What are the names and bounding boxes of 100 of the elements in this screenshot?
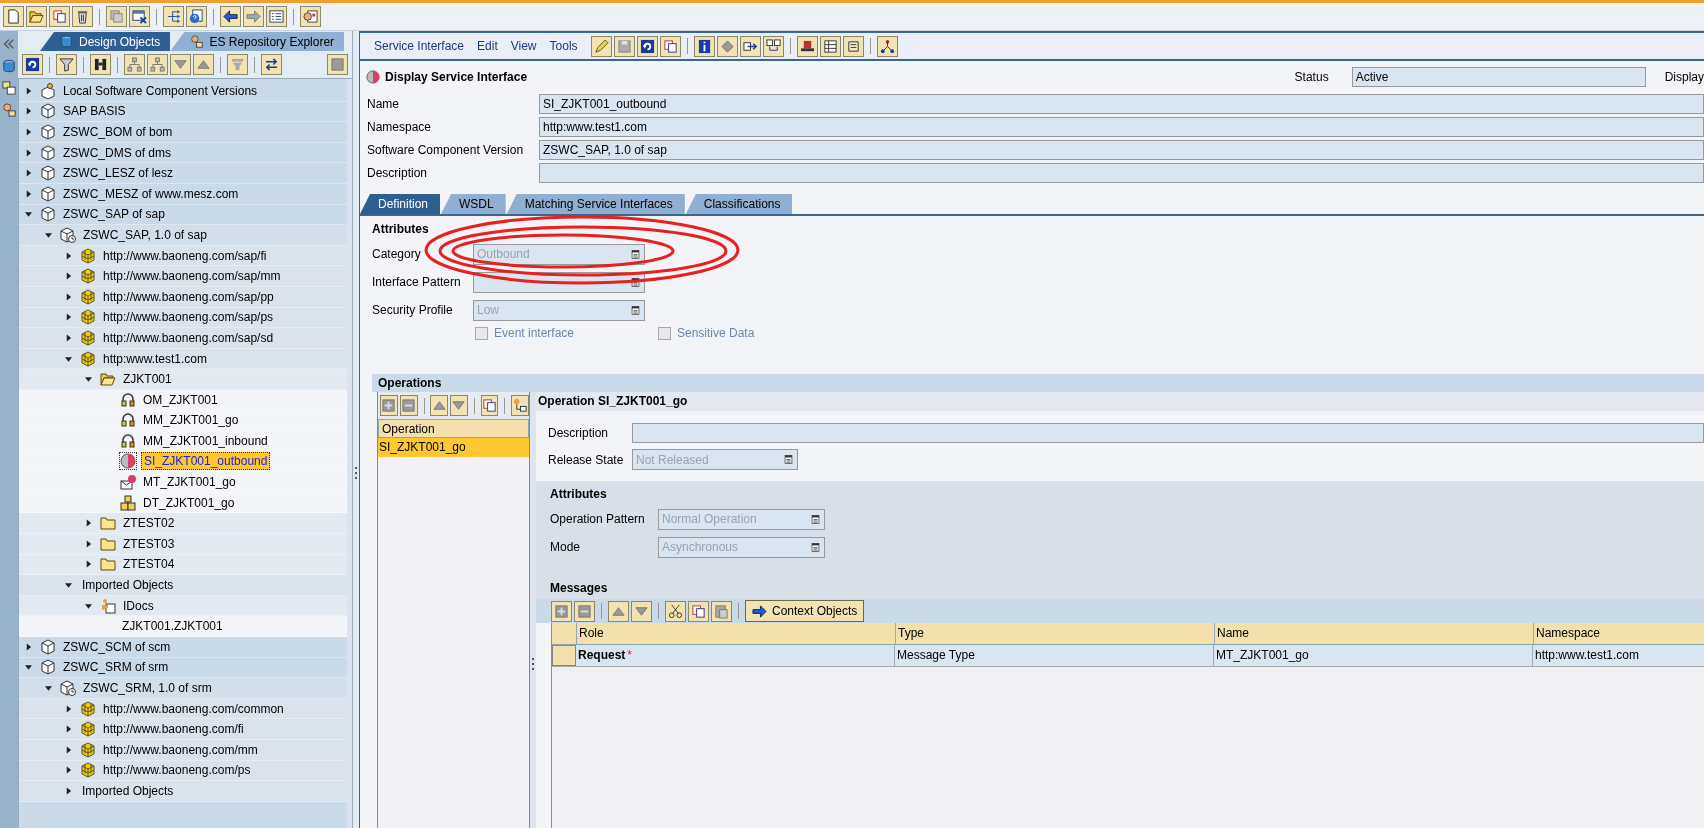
- caret-icon[interactable]: [65, 354, 72, 363]
- explorer-tab[interactable]: Design Objects: [40, 32, 171, 51]
- tree-row[interactable]: http:www.test1.com: [19, 348, 347, 370]
- input-field[interactable]: ZSWC_SAP, 1.0 of sap: [539, 139, 1704, 160]
- branch-arrows-button[interactable]: [163, 6, 184, 27]
- tree-row[interactable]: http://www.baoneng.com/sap/ps: [19, 307, 347, 329]
- column-header[interactable]: Namespace: [1534, 623, 1704, 644]
- caret-icon[interactable]: [65, 787, 72, 795]
- caret-icon[interactable]: [65, 766, 72, 775]
- collapse-icon[interactable]: [2, 37, 16, 51]
- caret-icon[interactable]: [25, 128, 32, 136]
- table-button[interactable]: [819, 35, 841, 57]
- editor-tab[interactable]: Matching Service Interfaces: [506, 194, 685, 214]
- person-box-icon[interactable]: [2, 103, 16, 117]
- triangle-down-button[interactable]: [450, 395, 468, 416]
- tree-row[interactable]: ZSWC_SCM of scm: [19, 637, 347, 658]
- column-header[interactable]: Type: [896, 623, 1215, 644]
- caret-icon[interactable]: [65, 581, 72, 590]
- menu-item[interactable]: View: [510, 39, 537, 53]
- tree-row[interactable]: http://www.baoneng.com/sap/sd: [19, 328, 347, 349]
- editor-tab[interactable]: Classifications: [685, 194, 793, 214]
- caret-icon[interactable]: [85, 539, 92, 548]
- caret-icon[interactable]: [45, 230, 52, 239]
- tree-row[interactable]: http://www.baoneng.com/common: [19, 698, 347, 720]
- caret-icon[interactable]: [85, 519, 92, 528]
- input-field[interactable]: SI_ZJKT001_outbound: [539, 93, 1704, 114]
- input-field[interactable]: [539, 162, 1704, 183]
- pencil-button[interactable]: [590, 35, 612, 57]
- caret-icon[interactable]: [65, 725, 72, 734]
- tree-row[interactable]: http://www.baoneng.com/sap/mm: [19, 266, 347, 287]
- person-card-button[interactable]: [300, 6, 321, 27]
- tree-row[interactable]: ZSWC_SAP, 1.0 of sap: [19, 225, 347, 246]
- tree-row[interactable]: ZSWC_SRM, 1.0 of srm: [19, 678, 347, 699]
- grip-icon[interactable]: [531, 657, 535, 673]
- copy-button[interactable]: [688, 600, 709, 622]
- copy-button[interactable]: [480, 395, 499, 416]
- open-folder-button[interactable]: [26, 6, 47, 27]
- trash-button[interactable]: [72, 6, 93, 27]
- caret-icon[interactable]: [65, 251, 72, 260]
- tree-expand-button[interactable]: [147, 54, 168, 75]
- caret-icon[interactable]: [25, 169, 32, 178]
- caret-icon[interactable]: [25, 210, 32, 219]
- tree-row[interactable]: ZSWC_MESZ of www.mesz.com: [19, 183, 347, 205]
- tree-row[interactable]: DT_ZJKT001_go: [19, 492, 347, 514]
- context-objects-button[interactable]: Context Objects: [745, 600, 865, 622]
- operation-row[interactable]: SI_ZJKT001_go: [378, 438, 529, 457]
- caret-icon[interactable]: [25, 189, 32, 198]
- caret-icon[interactable]: [85, 601, 92, 610]
- document-button[interactable]: [3, 6, 24, 27]
- caret-icon[interactable]: [85, 560, 92, 569]
- refresh-button[interactable]: [636, 35, 658, 57]
- input-field[interactable]: http:www.test1.com: [539, 116, 1704, 137]
- tree-expand-button[interactable]: [124, 54, 145, 75]
- tree-row[interactable]: http://www.baoneng.com/sap/pp: [19, 286, 347, 308]
- tree-row[interactable]: MM_ZJKT001_inbound: [19, 431, 347, 452]
- person-tree-button[interactable]: [511, 395, 529, 416]
- help-document-button[interactable]: [186, 6, 207, 27]
- tree-row[interactable]: Imported Objects: [19, 781, 347, 802]
- tree-row[interactable]: IDocs: [19, 595, 347, 617]
- tree-row[interactable]: ZSWC_SAP of sap: [19, 204, 347, 226]
- status-field[interactable]: Active: [1351, 66, 1646, 87]
- tree-row[interactable]: http://www.baoneng.com/sap/fi: [19, 245, 347, 267]
- menu-item[interactable]: Service Interface: [374, 39, 465, 53]
- tree-row[interactable]: ZSWC_SRM of srm: [19, 657, 347, 679]
- tree-row[interactable]: OM_ZJKT001: [19, 389, 347, 411]
- caret-icon[interactable]: [25, 148, 32, 157]
- tree-row[interactable]: ZTEST03: [19, 534, 347, 555]
- tree-row[interactable]: Local Software Component Versions: [19, 81, 347, 102]
- editor-tab[interactable]: Definition: [360, 194, 441, 214]
- input-field[interactable]: [632, 422, 1704, 443]
- row-delete-button[interactable]: [574, 600, 595, 622]
- tree-row[interactable]: SI_ZJKT001_outbound: [19, 451, 347, 473]
- tree-row[interactable]: ZSWC_LESZ of lesz: [19, 163, 347, 184]
- tree-row[interactable]: ZSWC_BOM of bom: [19, 122, 347, 143]
- tree-row[interactable]: MM_ZJKT001_go: [19, 410, 347, 432]
- row-add-button[interactable]: [380, 395, 398, 416]
- column-header[interactable]: Name: [1215, 623, 1534, 644]
- row-selector-button[interactable]: [552, 645, 576, 666]
- tree-row[interactable]: SAP BASIS: [19, 101, 347, 123]
- refresh-button[interactable]: [22, 54, 43, 75]
- boxes-icon[interactable]: [2, 81, 16, 95]
- row-add-button[interactable]: [551, 600, 572, 622]
- column-header[interactable]: Operation: [378, 419, 529, 438]
- caret-icon[interactable]: [85, 375, 92, 384]
- scroll-button[interactable]: [842, 35, 864, 57]
- row-delete-button[interactable]: [399, 395, 418, 416]
- tree-row[interactable]: MT_ZJKT001_go: [19, 472, 347, 493]
- menu-item[interactable]: Edit: [477, 39, 498, 53]
- caret-icon[interactable]: [65, 704, 72, 713]
- cylinder-icon[interactable]: [2, 59, 16, 73]
- menu-item[interactable]: Tools: [549, 39, 578, 53]
- funnel-button[interactable]: [227, 54, 248, 75]
- tree-row[interactable]: http://www.baoneng.com/ps: [19, 760, 347, 782]
- copy-button[interactable]: [659, 35, 681, 57]
- caret-icon[interactable]: [25, 663, 32, 672]
- caret-icon[interactable]: [65, 745, 72, 754]
- copy-button[interactable]: [49, 6, 70, 27]
- triangle-down-button[interactable]: [631, 600, 652, 622]
- tree-row[interactable]: http://www.baoneng.com/mm: [19, 740, 347, 761]
- hat-button[interactable]: [796, 35, 818, 57]
